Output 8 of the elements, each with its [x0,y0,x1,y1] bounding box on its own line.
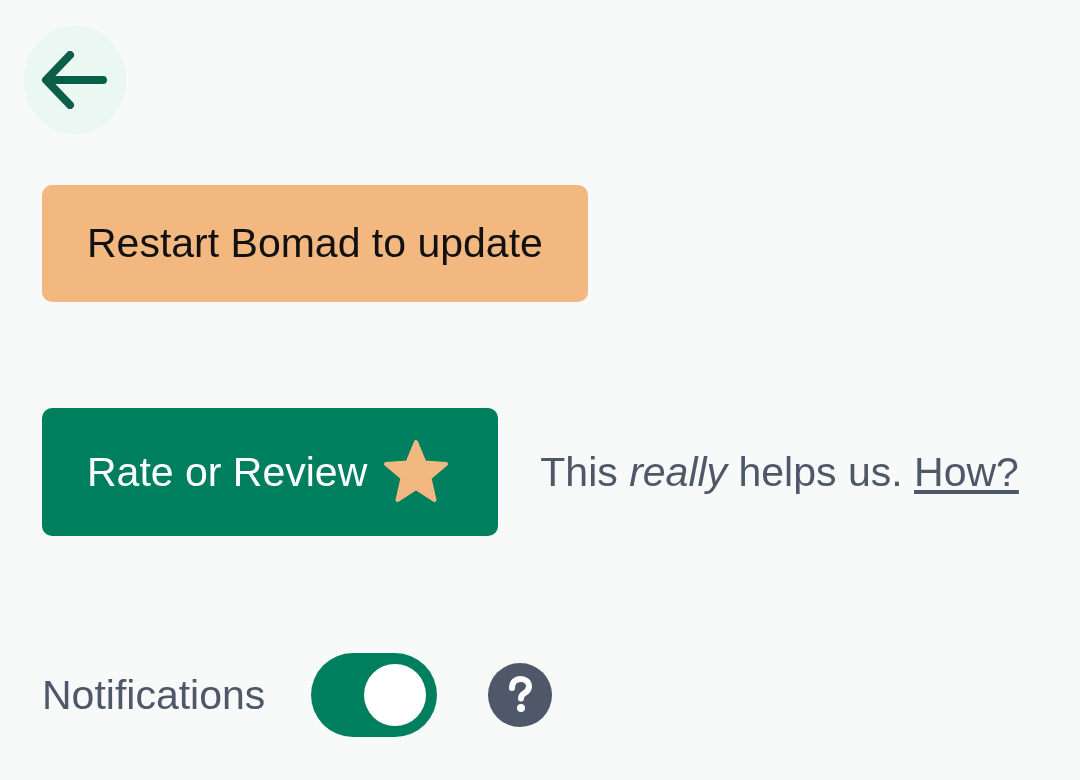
restart-update-button[interactable]: Restart Bomad to update [42,185,588,302]
notifications-label: Notifications [42,671,266,719]
star-icon [383,439,450,505]
rate-note-text: This really helps us. How? [540,448,1019,496]
how-link[interactable]: How? [914,448,1019,495]
rate-review-button[interactable]: Rate or Review [42,408,499,536]
help-icon[interactable] [488,663,553,727]
back-arrow-icon [41,51,107,109]
